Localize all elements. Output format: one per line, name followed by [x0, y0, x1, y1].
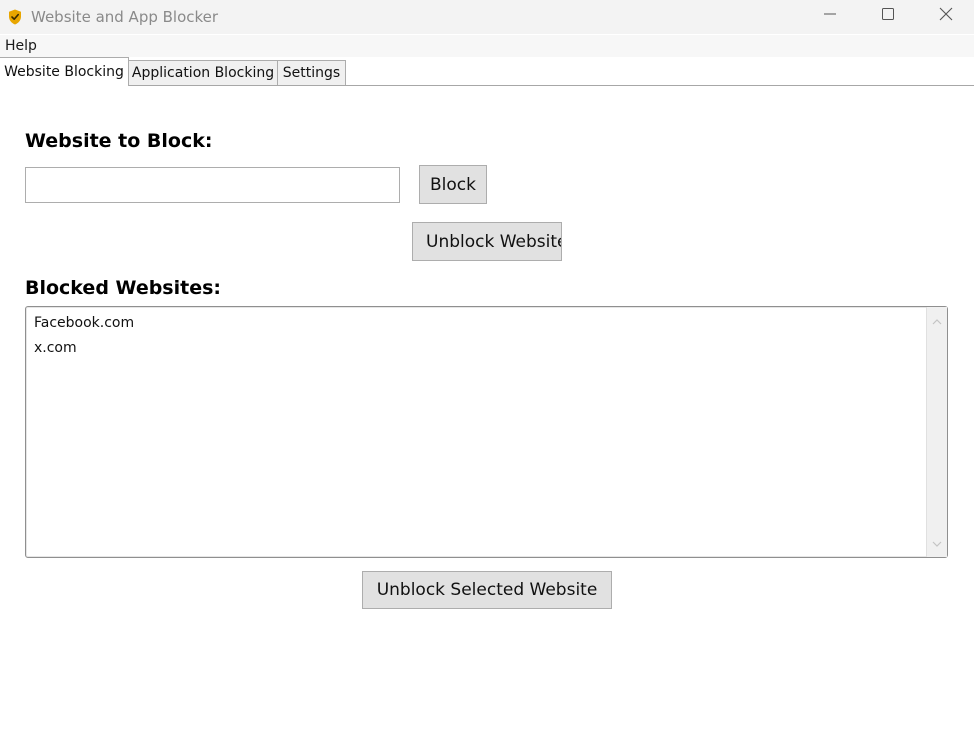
menu-bar: Help [0, 35, 974, 57]
list-item[interactable]: x.com [34, 338, 134, 363]
blocked-websites-list[interactable]: Facebook.com x.com [25, 306, 948, 558]
website-input[interactable] [25, 167, 400, 203]
unblock-selected-website-button[interactable]: Unblock Selected Website [362, 571, 612, 609]
block-button[interactable]: Block [419, 165, 487, 204]
tab-website-blocking[interactable]: Website Blocking [0, 57, 129, 86]
shield-check-icon [8, 9, 22, 25]
minimize-icon [824, 7, 836, 25]
title-bar: Website and App Blocker [0, 0, 974, 34]
tab-divider [0, 85, 974, 86]
chevron-up-icon[interactable] [932, 313, 942, 331]
tab-settings[interactable]: Settings [277, 60, 346, 85]
maximize-icon [882, 7, 894, 25]
window-title: Website and App Blocker [31, 8, 219, 26]
website-to-block-label: Website to Block: [25, 130, 213, 152]
vertical-scrollbar[interactable] [926, 307, 947, 557]
close-button[interactable] [917, 0, 974, 32]
tab-strip: Website Blocking Application Blocking Se… [0, 57, 974, 86]
minimize-button[interactable] [801, 0, 859, 32]
list-items: Facebook.com x.com [34, 313, 134, 363]
close-icon [939, 7, 953, 26]
tab-application-blocking[interactable]: Application Blocking [128, 60, 278, 85]
unblock-website-button[interactable]: Unblock Website [412, 222, 562, 261]
list-item[interactable]: Facebook.com [34, 313, 134, 338]
menu-help[interactable]: Help [5, 38, 37, 54]
chevron-down-icon[interactable] [932, 535, 942, 553]
blocked-websites-label: Blocked Websites: [25, 277, 222, 299]
maximize-button[interactable] [859, 0, 917, 32]
